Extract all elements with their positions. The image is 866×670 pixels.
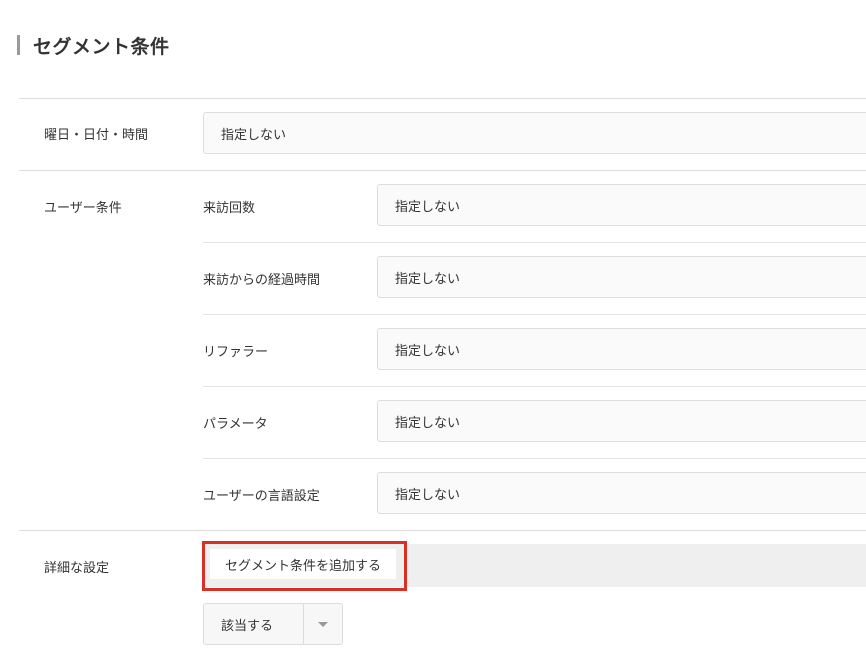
datetime-select[interactable]: 指定しない <box>203 112 866 154</box>
sub-divider <box>203 314 866 315</box>
divider <box>19 170 866 171</box>
condition-label-visit-count: 来訪回数 <box>203 201 256 216</box>
highlight-annotation <box>202 541 407 591</box>
user-conditions-label: ユーザー条件 <box>44 201 122 216</box>
match-type-value: 該当する <box>221 618 274 634</box>
condition-label-parameter: パラメータ <box>203 417 268 432</box>
divider <box>19 98 866 99</box>
condition-label-elapsed-time: 来訪からの経過時間 <box>203 273 321 288</box>
sub-divider <box>203 386 866 387</box>
caret-down-icon[interactable] <box>304 604 342 644</box>
elapsed-time-select-value: 指定しない <box>395 271 461 287</box>
section-header: セグメント条件 <box>17 33 170 58</box>
sub-divider <box>203 242 866 243</box>
visit-count-select[interactable]: 指定しない <box>377 184 866 226</box>
sub-divider <box>203 458 866 459</box>
advanced-settings-label: 詳細な設定 <box>44 561 110 576</box>
datetime-label: 曜日・日付・時間 <box>44 128 149 143</box>
match-type-dropdown[interactable]: 該当する <box>203 603 343 645</box>
language-select[interactable]: 指定しない <box>377 472 866 514</box>
visit-count-select-value: 指定しない <box>395 199 461 215</box>
divider <box>19 530 866 531</box>
elapsed-time-select[interactable]: 指定しない <box>377 256 866 298</box>
section-title: セグメント条件 <box>33 35 170 58</box>
referrer-select-value: 指定しない <box>395 343 461 359</box>
parameter-select[interactable]: 指定しない <box>377 400 866 442</box>
title-accent-bar <box>17 35 20 55</box>
segment-conditions-page: セグメント条件 曜日・日付・時間 指定しない ユーザー条件 来訪回数 指定しない… <box>0 0 866 670</box>
parameter-select-value: 指定しない <box>395 415 461 431</box>
datetime-select-value: 指定しない <box>221 127 287 143</box>
referrer-select[interactable]: 指定しない <box>377 328 866 370</box>
language-select-value: 指定しない <box>395 487 461 503</box>
condition-label-language: ユーザーの言語設定 <box>203 489 320 504</box>
condition-label-referrer: リファラー <box>203 345 269 360</box>
